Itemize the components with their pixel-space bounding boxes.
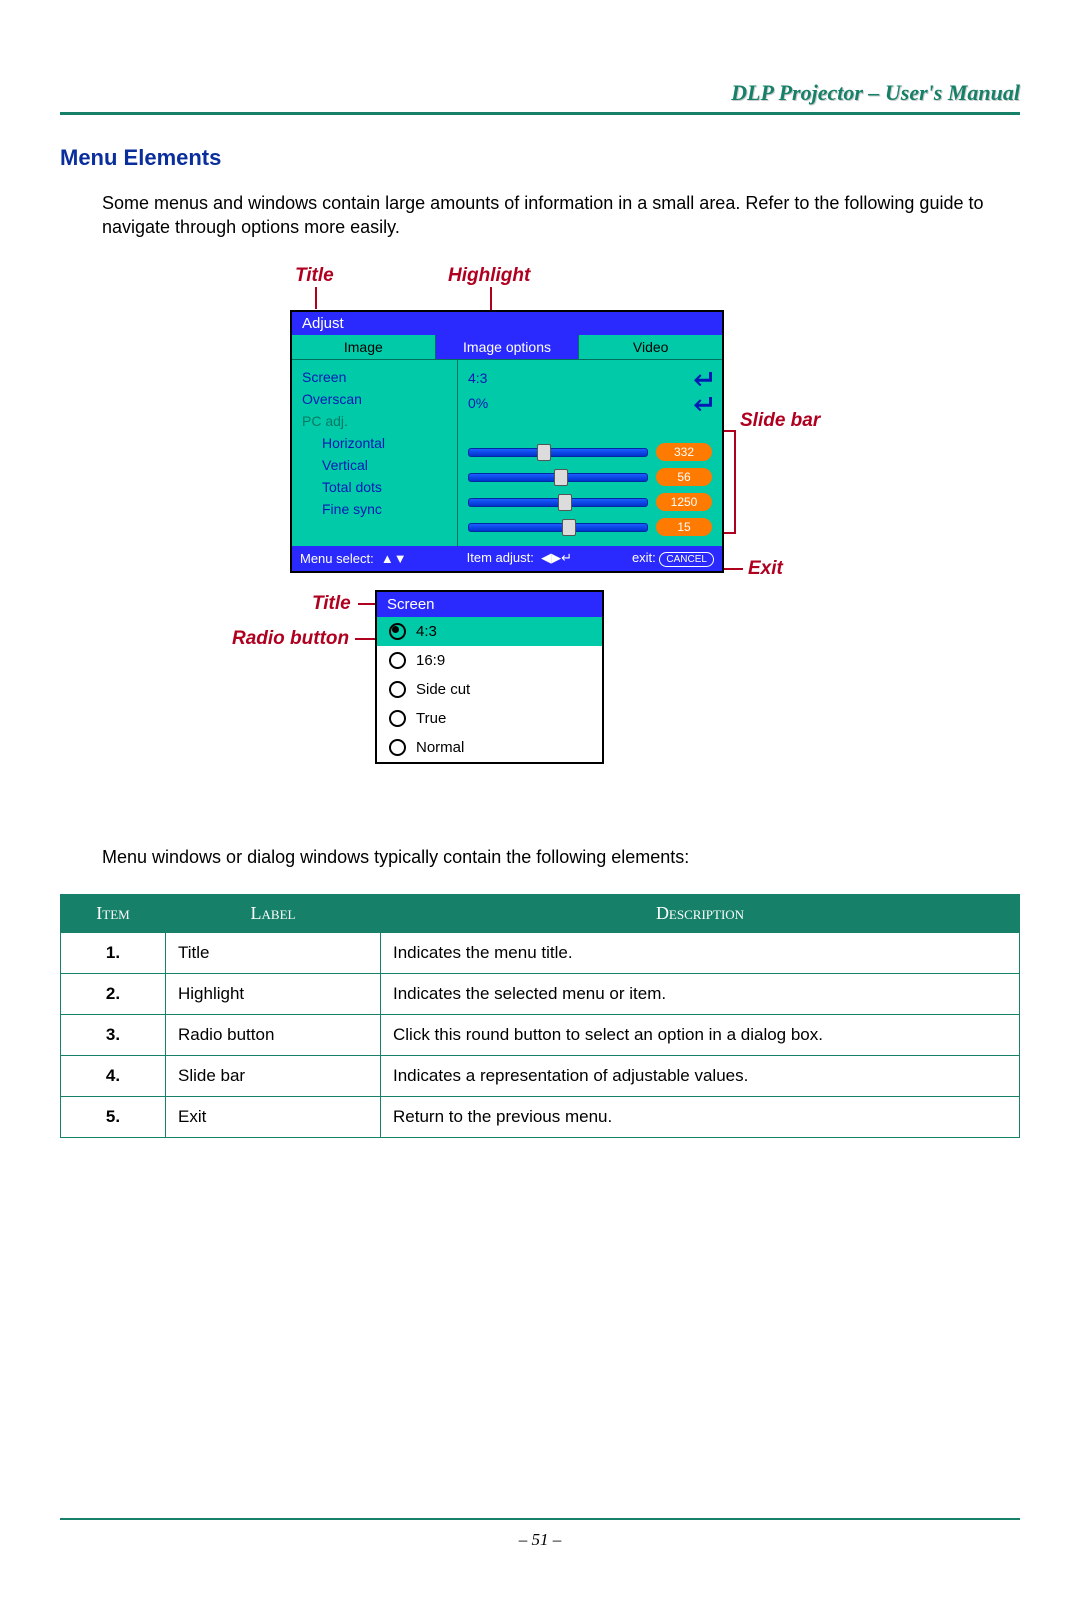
osd-window: Adjust Image Image options Video Screen …: [290, 310, 724, 573]
submenu-item-label: True: [416, 710, 446, 727]
th-label: Label: [166, 894, 381, 932]
slider-value: 15: [656, 518, 712, 536]
osd-label: Overscan: [302, 388, 447, 410]
elements-table: Item Label Description 1.TitleIndicates …: [60, 894, 1020, 1138]
radio-icon[interactable]: [389, 681, 406, 698]
callout-slidebar: Slide bar: [740, 410, 820, 432]
submenu-item-label: 16:9: [416, 652, 445, 669]
cancel-badge: CANCEL: [659, 552, 714, 567]
callout-title: Title: [295, 265, 334, 287]
submenu-window: Screen 4:3 16:9 Side cut True Normal: [375, 590, 604, 764]
header-rule: [60, 112, 1020, 115]
osd-labels-column: Screen Overscan PC adj. Horizontal Verti…: [292, 360, 458, 546]
osd-label: PC adj.: [302, 410, 447, 432]
submenu-item-label: Normal: [416, 739, 464, 756]
callout-highlight: Highlight: [448, 265, 530, 287]
radio-icon[interactable]: [389, 623, 406, 640]
submenu-item[interactable]: Side cut: [377, 675, 602, 704]
osd-diagram: Title Highlight Slide bar Exit Title Rad…: [150, 265, 930, 825]
footer-menuselect: Menu select:: [300, 551, 374, 566]
page-number: – 51 –: [60, 1530, 1020, 1550]
cell-desc: Indicates the selected menu or item.: [381, 973, 1020, 1014]
osd-label: Vertical: [302, 454, 447, 476]
submenu-item[interactable]: Normal: [377, 733, 602, 762]
table-row: 3.Radio buttonClick this round button to…: [61, 1014, 1020, 1055]
osd-label: Total dots: [302, 476, 447, 498]
submenu-item[interactable]: 4:3: [377, 617, 602, 646]
cell-desc: Indicates a representation of adjustable…: [381, 1055, 1020, 1096]
osd-controls-column: 4:3 0% 332 56: [458, 360, 722, 546]
cell-label: Exit: [166, 1096, 381, 1137]
cell-label: Slide bar: [166, 1055, 381, 1096]
radio-icon[interactable]: [389, 652, 406, 669]
cell-desc: Click this round button to select an opt…: [381, 1014, 1020, 1055]
footer-rule: [60, 1518, 1020, 1520]
submenu-item-label: Side cut: [416, 681, 470, 698]
cell-item: 4.: [61, 1055, 166, 1096]
osd-label: Fine sync: [302, 498, 447, 520]
cell-item: 1.: [61, 932, 166, 973]
doc-header: DLP Projector – User's Manual: [60, 80, 1020, 106]
table-row: 5.ExitReturn to the previous menu.: [61, 1096, 1020, 1137]
enter-icon: [694, 370, 712, 386]
cell-label: Highlight: [166, 973, 381, 1014]
th-item: Item: [61, 894, 166, 932]
table-row: 2.HighlightIndicates the selected menu o…: [61, 973, 1020, 1014]
osd-value-row[interactable]: 4:3: [468, 366, 712, 391]
slider-row[interactable]: 15: [468, 515, 712, 540]
callout-title2: Title: [312, 593, 351, 615]
callout-line: [315, 287, 317, 309]
callout-exit: Exit: [748, 558, 783, 580]
section-title: Menu Elements: [60, 145, 1020, 171]
osd-label: Screen: [302, 366, 447, 388]
slider-value: 56: [656, 468, 712, 486]
intro-text: Some menus and windows contain large amo…: [102, 191, 1020, 240]
cell-item: 2.: [61, 973, 166, 1014]
osd-label: Horizontal: [302, 432, 447, 454]
submenu-item[interactable]: True: [377, 704, 602, 733]
slider-row[interactable]: 56: [468, 465, 712, 490]
submenu-item[interactable]: 16:9: [377, 646, 602, 675]
cell-desc: Return to the previous menu.: [381, 1096, 1020, 1137]
enter-icon: [694, 395, 712, 411]
table-row: 4.Slide barIndicates a representation of…: [61, 1055, 1020, 1096]
osd-value-row[interactable]: 0%: [468, 391, 712, 416]
slider[interactable]: [468, 473, 648, 482]
th-desc: Description: [381, 894, 1020, 932]
slider[interactable]: [468, 523, 648, 532]
submenu-title: Screen: [377, 592, 602, 617]
cell-label: Radio button: [166, 1014, 381, 1055]
submenu-item-label: 4:3: [416, 623, 437, 640]
callout-radio: Radio button: [232, 628, 349, 650]
osd-title: Adjust: [292, 312, 722, 335]
cell-desc: Indicates the menu title.: [381, 932, 1020, 973]
slider-row[interactable]: 1250: [468, 490, 712, 515]
cell-item: 5.: [61, 1096, 166, 1137]
osd-footer: Menu select: ▲▼ Item adjust: ◀▶↵ exit: C…: [292, 546, 722, 571]
slider-row[interactable]: 332: [468, 440, 712, 465]
slider[interactable]: [468, 498, 648, 507]
footer-exit: exit:: [632, 550, 656, 565]
osd-tabs: Image Image options Video: [292, 335, 722, 360]
tab-image-options[interactable]: Image options: [436, 335, 580, 359]
value-screen: 4:3: [468, 370, 686, 386]
value-overscan: 0%: [468, 395, 686, 411]
cell-item: 3.: [61, 1014, 166, 1055]
footer-itemadjust: Item adjust:: [467, 550, 534, 565]
intro2-text: Menu windows or dialog windows typically…: [102, 845, 1020, 869]
slider-value: 1250: [656, 493, 712, 511]
slider-value: 332: [656, 443, 712, 461]
slider[interactable]: [468, 448, 648, 457]
cell-label: Title: [166, 932, 381, 973]
table-row: 1.TitleIndicates the menu title.: [61, 932, 1020, 973]
tab-image[interactable]: Image: [292, 335, 436, 359]
radio-icon[interactable]: [389, 739, 406, 756]
tab-video[interactable]: Video: [579, 335, 722, 359]
radio-icon[interactable]: [389, 710, 406, 727]
